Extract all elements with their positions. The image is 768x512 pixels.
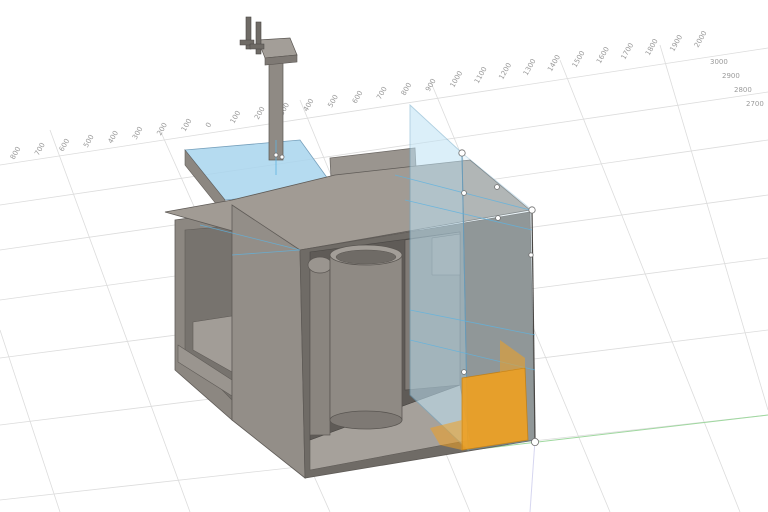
- ruler-top-tick: 400: [107, 129, 121, 145]
- ruler-top-tick: 1400: [546, 54, 562, 73]
- ruler-top-tick: 700: [33, 141, 47, 157]
- glass-door[interactable]: [409, 103, 469, 452]
- ruler-top-tick: 900: [424, 77, 438, 93]
- ruler-top-tick: 1100: [473, 66, 489, 85]
- keg-main[interactable]: [329, 244, 403, 430]
- selected-body[interactable]: [461, 367, 529, 451]
- ruler-top-tick: 1900: [668, 34, 684, 53]
- ruler-top-tick: 1800: [644, 38, 660, 57]
- 3d-viewport[interactable]: 800 700 600 500 400 300 200 100 0 100 200 300 400 500…: [0, 0, 768, 512]
- ruler-right-tick: 2700: [746, 100, 764, 108]
- ruler-right-tick: 3000: [710, 58, 728, 66]
- ruler-right-tick: 2900: [722, 72, 740, 80]
- ruler-top-tick: 800: [9, 145, 23, 161]
- ruler-top-tick: 0: [204, 121, 213, 129]
- ruler-top-tick: 600: [351, 89, 365, 105]
- front-left-panel: [231, 204, 306, 479]
- z-axis-line: [529, 439, 536, 512]
- ruler-top-tick: 600: [58, 137, 72, 153]
- ruler-top-tick: 2000: [693, 30, 709, 49]
- ruler-top-tick: 200: [155, 121, 169, 137]
- ruler-top: 800 700 600 500 400 300 200 100 0100 200 300 400 500…: [9, 30, 709, 161]
- keg-left[interactable]: [307, 256, 333, 436]
- ruler-top-tick: 500: [326, 93, 340, 109]
- ruler-top-tick: 1600: [595, 46, 611, 65]
- ruler-right-tick: 2800: [734, 86, 752, 94]
- ruler-top-tick: 1000: [449, 70, 465, 89]
- ruler-top-tick: 500: [82, 133, 96, 149]
- ruler-top-tick: 1200: [497, 62, 513, 81]
- ruler-top-tick: 800: [400, 81, 414, 97]
- ruler-top-tick: 200: [253, 105, 267, 121]
- ruler-right: 3000 2900 2800 2700: [710, 58, 764, 108]
- viewport-canvas[interactable]: 800 700 600 500 400 300 200 100 0100 200 300 400 500…: [0, 0, 768, 512]
- ruler-top-tick: 100: [180, 117, 194, 133]
- ruler-top-tick: 1700: [620, 42, 636, 61]
- ruler-top-tick: 1500: [571, 50, 587, 69]
- ruler-top-tick: 100: [229, 109, 243, 125]
- ruler-top-tick: 1300: [522, 58, 538, 77]
- ruler-top-tick: 700: [375, 85, 389, 101]
- ruler-top-tick: 400: [302, 97, 316, 113]
- ruler-top-tick: 300: [131, 125, 145, 141]
